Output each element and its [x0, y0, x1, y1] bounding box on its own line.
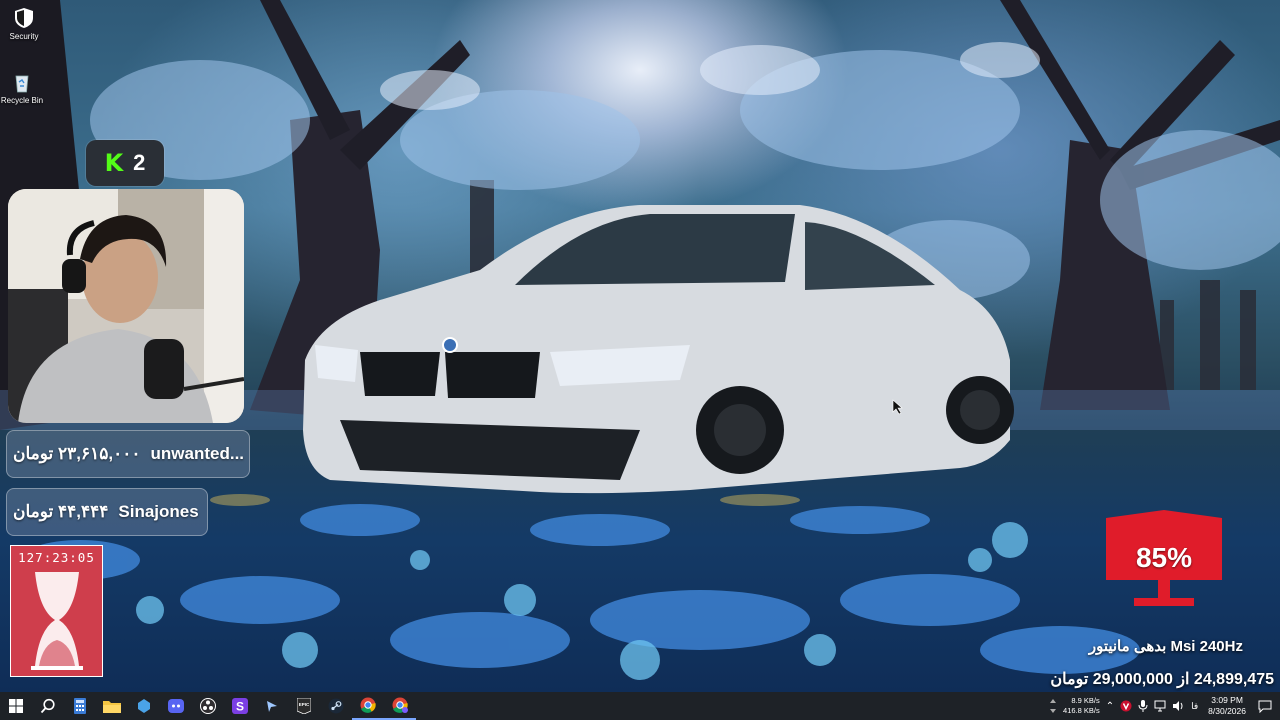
antivirus-icon[interactable] [1120, 700, 1132, 712]
search-icon [40, 698, 55, 714]
desktop-icon-label: Security [9, 32, 39, 41]
kick-viewer-badge: K 2 [86, 140, 164, 186]
discord-icon [168, 699, 184, 713]
donation-amount: ۴۴,۴۴۴ تومان [13, 502, 109, 521]
donor-name: Sinajones [118, 502, 199, 521]
timer-text: 127:23:05 [18, 550, 95, 565]
stremio-s-icon: S [232, 698, 248, 714]
taskbar-app-arrow[interactable] [256, 692, 288, 720]
donation-item: ۲۳,۶۱۵,۰۰۰ تومان unwanted... [6, 430, 250, 478]
recycle-bin-icon [15, 75, 29, 93]
ethernet-icon[interactable] [1154, 700, 1166, 712]
kick-logo-icon: K [104, 149, 124, 177]
taskbar-app-discord[interactable] [160, 692, 192, 720]
taskbar-app-s[interactable]: S [224, 692, 256, 720]
file-explorer-icon [103, 701, 121, 713]
windows-start-icon [9, 699, 23, 713]
taskbar-app-chrome[interactable] [352, 692, 384, 720]
donation-item: ۴۴,۴۴۴ تومان Sinajones [6, 488, 208, 536]
desktop-icon-label: Recycle Bin [0, 96, 44, 105]
volume-icon[interactable] [1172, 700, 1185, 712]
system-tray: 8.9 KB/s 416.8 KB/s ⌃ فا 3:09 PM 8/30/20… [1049, 692, 1280, 720]
taskbar: S EPIC 8.9 KB/s 416.8 KB/s ⌃ فا 3:09 PM … [0, 692, 1280, 720]
taskbar-app-obs[interactable] [192, 692, 224, 720]
taskbar-app-steam[interactable] [320, 692, 352, 720]
car-illustration [303, 205, 1014, 494]
language-indicator[interactable]: فا [1191, 701, 1198, 712]
app-blue-icon [138, 699, 150, 713]
svg-text:EPIC: EPIC [299, 702, 310, 707]
taskbar-app-blue[interactable] [128, 692, 160, 720]
goal-title: Msi 240Hz بدهی مانیتور [1088, 638, 1243, 655]
donor-name: unwanted... [150, 444, 245, 463]
search-button[interactable] [32, 692, 64, 720]
steam-icon [328, 698, 344, 714]
svg-text:S: S [236, 700, 244, 714]
subathon-timer: 127:23:05 [10, 545, 103, 677]
notification-icon[interactable] [1258, 700, 1272, 713]
obs-icon [200, 698, 216, 714]
microphone-icon[interactable] [1138, 700, 1148, 712]
webcam-feed [8, 189, 244, 423]
network-speed: 8.9 KB/s 416.8 KB/s [1063, 696, 1100, 716]
taskbar-app-chrome-profile[interactable] [384, 692, 416, 720]
upload-speed: 8.9 KB/s [1071, 696, 1100, 705]
viewer-count: 2 [133, 150, 146, 175]
taskbar-app-calculator[interactable] [64, 692, 96, 720]
clock-time: 3:09 PM [1211, 695, 1243, 705]
donation-amount: ۲۳,۶۱۵,۰۰۰ تومان [13, 444, 141, 463]
epic-games-icon: EPIC [297, 698, 311, 714]
chrome-profile-icon [392, 697, 408, 713]
goal-monitor-widget: 85% [1104, 510, 1224, 610]
chrome-icon [360, 697, 376, 713]
desktop-icon-recycle-bin[interactable]: Recycle Bin [0, 70, 52, 105]
start-button[interactable] [0, 692, 32, 720]
webcam-overlay [8, 189, 244, 423]
shield-icon [15, 8, 33, 28]
taskbar-app-epic-games[interactable]: EPIC [288, 692, 320, 720]
calculator-icon [74, 698, 86, 714]
taskbar-app-file-explorer[interactable] [96, 692, 128, 720]
download-speed: 416.8 KB/s [1063, 706, 1100, 715]
chevron-up-icon[interactable]: ⌃ [1106, 701, 1114, 712]
hourglass-icon [31, 572, 83, 670]
app-arrow-icon [267, 701, 277, 712]
goal-amount: 24,899,475 از 29,000,000 تومان [1050, 671, 1274, 688]
desktop-icon-security[interactable]: Security [0, 6, 54, 41]
goal-percent: 85% [1135, 542, 1193, 573]
clock[interactable]: 3:09 PM 8/30/2026 [1208, 695, 1246, 717]
clock-date: 8/30/2026 [1208, 706, 1246, 716]
network-arrows-icon [1050, 699, 1057, 713]
